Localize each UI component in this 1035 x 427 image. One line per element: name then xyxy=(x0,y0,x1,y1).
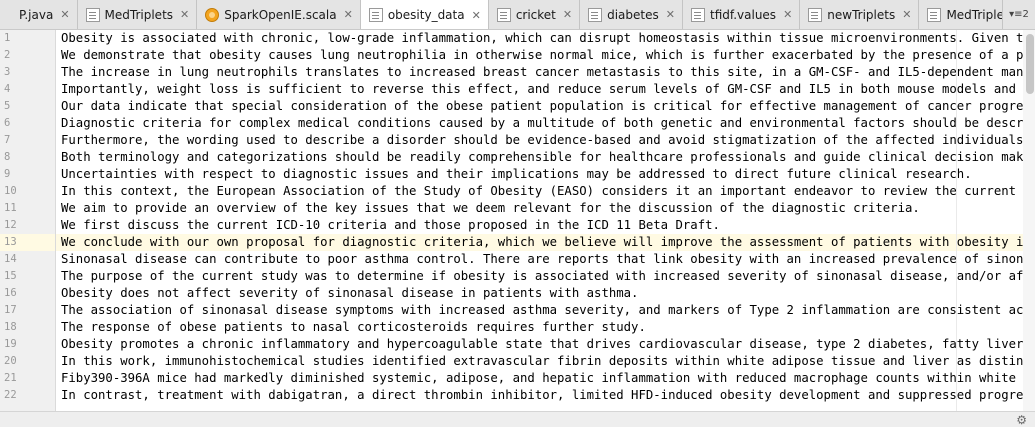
line-number: 7 xyxy=(4,134,11,146)
editor-line[interactable]: The response of obese patients to nasal … xyxy=(56,319,1035,336)
editor-content[interactable]: Obesity is associated with chronic, low-… xyxy=(56,30,1035,411)
editor-line[interactable]: Importantly, weight loss is sufficient t… xyxy=(56,81,1035,98)
editor-line[interactable]: Obesity promotes a chronic inflammatory … xyxy=(56,336,1035,353)
close-icon[interactable]: ✕ xyxy=(563,9,572,20)
text-file-icon xyxy=(496,7,511,22)
tab-tfidf-values[interactable]: tfidf.values ✕ xyxy=(682,0,801,29)
close-icon[interactable]: ✕ xyxy=(60,9,69,20)
tab-label: cricket xyxy=(515,7,556,22)
line-number: 19 xyxy=(4,338,17,350)
line-number: 9 xyxy=(4,168,11,180)
tab-label: MedTriplets xyxy=(104,7,174,22)
line-number: 22 xyxy=(4,389,17,401)
scala-file-icon xyxy=(205,7,220,22)
tab-label: newTriplets xyxy=(827,7,896,22)
tab-list: P.java ✕ MedTriplets ✕ SparkOpenIE.scala ✕ obe… xyxy=(0,0,1035,29)
tab-newtriplets[interactable]: newTriplets ✕ xyxy=(800,0,920,29)
editor-line[interactable]: In contrast, treatment with dabigatran, … xyxy=(56,387,1035,404)
line-number: 20 xyxy=(4,355,17,367)
tab-label: P.java xyxy=(19,7,54,22)
gear-icon[interactable]: ⚙ xyxy=(1016,413,1027,427)
tab-p-java[interactable]: P.java ✕ xyxy=(0,0,78,29)
line-number: 12 xyxy=(4,219,17,231)
line-number: 21 xyxy=(4,372,17,384)
editor-line[interactable]: In this context, the European Associatio… xyxy=(56,183,1035,200)
editor-line[interactable]: We first discuss the current ICD-10 crit… xyxy=(56,217,1035,234)
text-file-icon xyxy=(368,8,383,22)
tab-label: obesity_data xyxy=(387,8,465,22)
tab-overflow-menu[interactable]: ▾≡2 xyxy=(1002,0,1035,29)
right-margin-guide xyxy=(956,30,957,411)
editor-line[interactable]: The association of sinonasal disease sym… xyxy=(56,302,1035,319)
text-file-icon xyxy=(690,7,705,22)
editor-line[interactable]: Our data indicate that special considera… xyxy=(56,98,1035,115)
editor-line[interactable]: Uncertainties with respect to diagnostic… xyxy=(56,166,1035,183)
line-number: 5 xyxy=(4,100,11,112)
tab-diabetes[interactable]: diabetes ✕ xyxy=(580,0,683,29)
line-number: 3 xyxy=(4,66,11,78)
text-file-icon xyxy=(85,7,100,22)
close-icon[interactable]: ✕ xyxy=(180,9,189,20)
line-number: 13 xyxy=(0,234,55,251)
editor-line[interactable]: The increase in lung neutrophils transla… xyxy=(56,64,1035,81)
tab-obesity-data[interactable]: obesity_data ✕ xyxy=(360,0,489,29)
editor-line[interactable]: Both terminology and categorizations sho… xyxy=(56,149,1035,166)
line-number: 8 xyxy=(4,151,11,163)
line-number: 4 xyxy=(4,83,11,95)
line-number: 15 xyxy=(4,270,17,282)
close-icon[interactable]: ✕ xyxy=(783,9,792,20)
text-file-icon xyxy=(588,7,603,22)
line-number: 18 xyxy=(4,321,17,333)
editor-line[interactable]: We demonstrate that obesity causes lung … xyxy=(56,47,1035,64)
line-number: 1 xyxy=(4,32,11,44)
editor-line[interactable]: Diagnostic criteria for complex medical … xyxy=(56,115,1035,132)
text-file-icon xyxy=(927,7,942,22)
text-editor[interactable]: 1 2 3 4 5 6 7 8 9 10 11 12 13 14 15 16 17 18 19 20 21 22 Obes… xyxy=(0,30,1035,411)
line-number: 16 xyxy=(4,287,17,299)
close-icon[interactable]: ✕ xyxy=(344,9,353,20)
editor-line[interactable]: Fiby390-396A mice had markedly diminishe… xyxy=(56,370,1035,387)
line-number: 14 xyxy=(4,253,17,265)
editor-line[interactable]: We aim to provide an overview of the key… xyxy=(56,200,1035,217)
tab-label: diabetes xyxy=(607,7,659,22)
text-file-icon xyxy=(808,7,823,22)
tab-label: tfidf.values xyxy=(709,7,777,22)
editor-line[interactable]: The purpose of the current study was to … xyxy=(56,268,1035,285)
editor-line[interactable]: In this work, immunohistochemical studie… xyxy=(56,353,1035,370)
line-number: 10 xyxy=(4,185,17,197)
editor-line[interactable]: Obesity is associated with chronic, low-… xyxy=(56,30,1035,47)
editor-tab-bar: P.java ✕ MedTriplets ✕ SparkOpenIE.scala ✕ obe… xyxy=(0,0,1035,30)
line-number: 2 xyxy=(4,49,11,61)
close-icon[interactable]: ✕ xyxy=(666,9,675,20)
line-number: 11 xyxy=(4,202,17,214)
vertical-scrollbar[interactable] xyxy=(1023,30,1035,411)
close-icon[interactable]: ✕ xyxy=(902,9,911,20)
editor-line[interactable]: We conclude with our own proposal for di… xyxy=(56,234,1035,251)
editor-line[interactable]: Furthermore, the wording used to describ… xyxy=(56,132,1035,149)
line-number-gutter: 1 2 3 4 5 6 7 8 9 10 11 12 13 14 15 16 17 18 19 20 21 22 xyxy=(0,30,56,411)
line-number: 6 xyxy=(4,117,11,129)
tab-medtriplets[interactable]: MedTriplets ✕ xyxy=(77,0,198,29)
close-icon[interactable]: ✕ xyxy=(472,10,481,21)
scrollbar-thumb[interactable] xyxy=(1026,34,1034,94)
tab-cricket[interactable]: cricket ✕ xyxy=(488,0,581,29)
editor-line[interactable]: Obesity does not affect severity of sino… xyxy=(56,285,1035,302)
line-number: 17 xyxy=(4,304,17,316)
tab-label: SparkOpenIE.scala xyxy=(224,7,337,22)
status-bar: ⚙ xyxy=(0,411,1035,427)
editor-line[interactable]: Sinonasal disease can contribute to poor… xyxy=(56,251,1035,268)
tab-sparkopenie-scala[interactable]: SparkOpenIE.scala ✕ xyxy=(197,0,361,29)
